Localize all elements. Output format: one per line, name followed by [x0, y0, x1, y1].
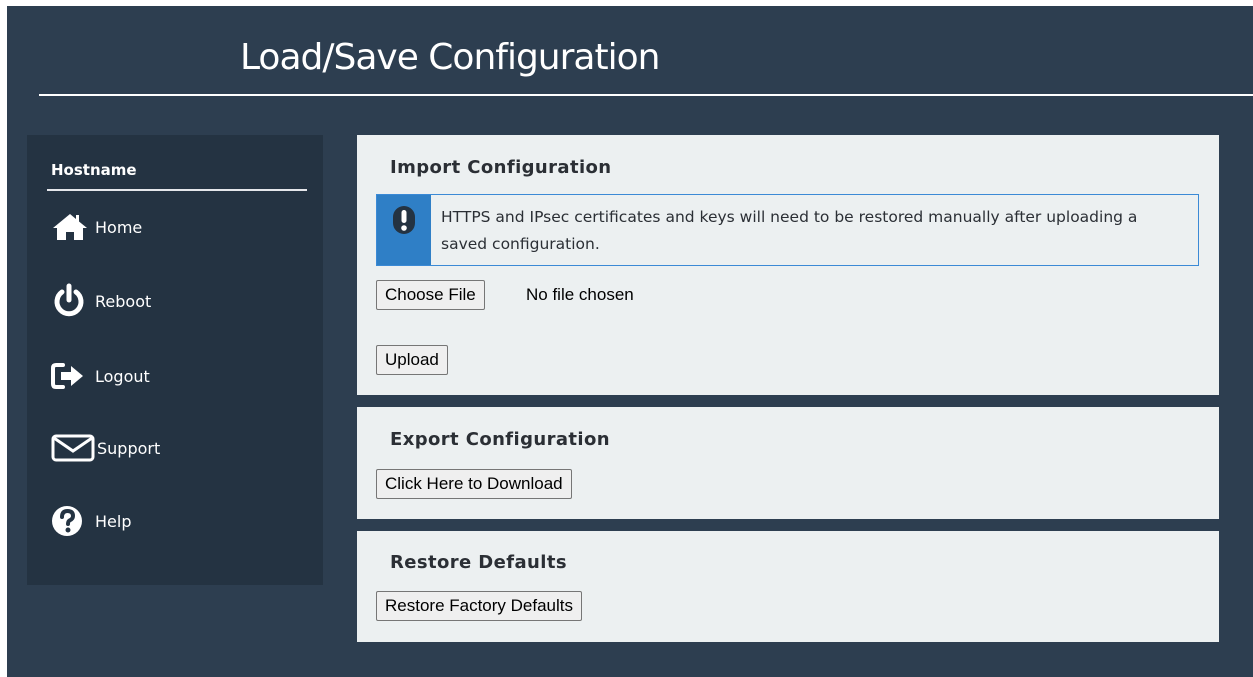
upload-button[interactable]: Upload — [376, 345, 448, 375]
envelope-icon — [51, 428, 97, 468]
hostname-divider — [47, 189, 307, 191]
home-icon — [51, 207, 95, 247]
sidebar-item-logout[interactable]: Logout — [51, 356, 150, 396]
sidebar-item-home[interactable]: Home — [51, 207, 142, 247]
notice-accent — [377, 195, 431, 265]
sidebar-item-label: Reboot — [95, 291, 152, 311]
sidebar-item-label: Home — [95, 217, 143, 237]
restore-factory-defaults-button[interactable]: Restore Factory Defaults — [376, 591, 583, 621]
file-status: No file chosen — [526, 285, 634, 304]
export-heading: Export Configuration — [390, 429, 610, 450]
import-heading: Import Configuration — [390, 157, 612, 178]
choose-file-button[interactable]: Choose File — [376, 280, 485, 310]
power-icon — [51, 281, 95, 321]
sidebar-item-label: Help — [95, 511, 132, 531]
restore-defaults-card: Restore Defaults Restore Factory Default… — [357, 531, 1219, 642]
title-divider — [39, 94, 1253, 96]
sidebar: Hostname Home Reboot Logout Support Help — [27, 135, 323, 585]
sidebar-item-label: Support — [97, 438, 161, 458]
app-frame: Load/Save Configuration Hostname Home Re… — [7, 6, 1253, 677]
sidebar-item-help[interactable]: Help — [51, 501, 131, 541]
hostname-label: Hostname — [51, 161, 137, 179]
page-title: Load/Save Configuration — [240, 37, 660, 78]
logout-icon — [51, 356, 95, 396]
export-configuration-card: Export Configuration Click Here to Downl… — [357, 407, 1219, 519]
sidebar-item-reboot[interactable]: Reboot — [51, 281, 151, 321]
notice-text: HTTPS and IPsec certificates and keys wi… — [441, 208, 1138, 253]
restore-heading: Restore Defaults — [390, 552, 567, 573]
sidebar-item-support[interactable]: Support — [51, 428, 160, 468]
import-configuration-card: Import Configuration HTTPS and IPsec cer… — [357, 135, 1219, 395]
download-button[interactable]: Click Here to Download — [376, 469, 572, 499]
exclamation-icon — [393, 206, 415, 234]
notice-box: HTTPS and IPsec certificates and keys wi… — [376, 194, 1199, 266]
question-circle-icon — [51, 501, 95, 541]
sidebar-item-label: Logout — [95, 366, 150, 386]
